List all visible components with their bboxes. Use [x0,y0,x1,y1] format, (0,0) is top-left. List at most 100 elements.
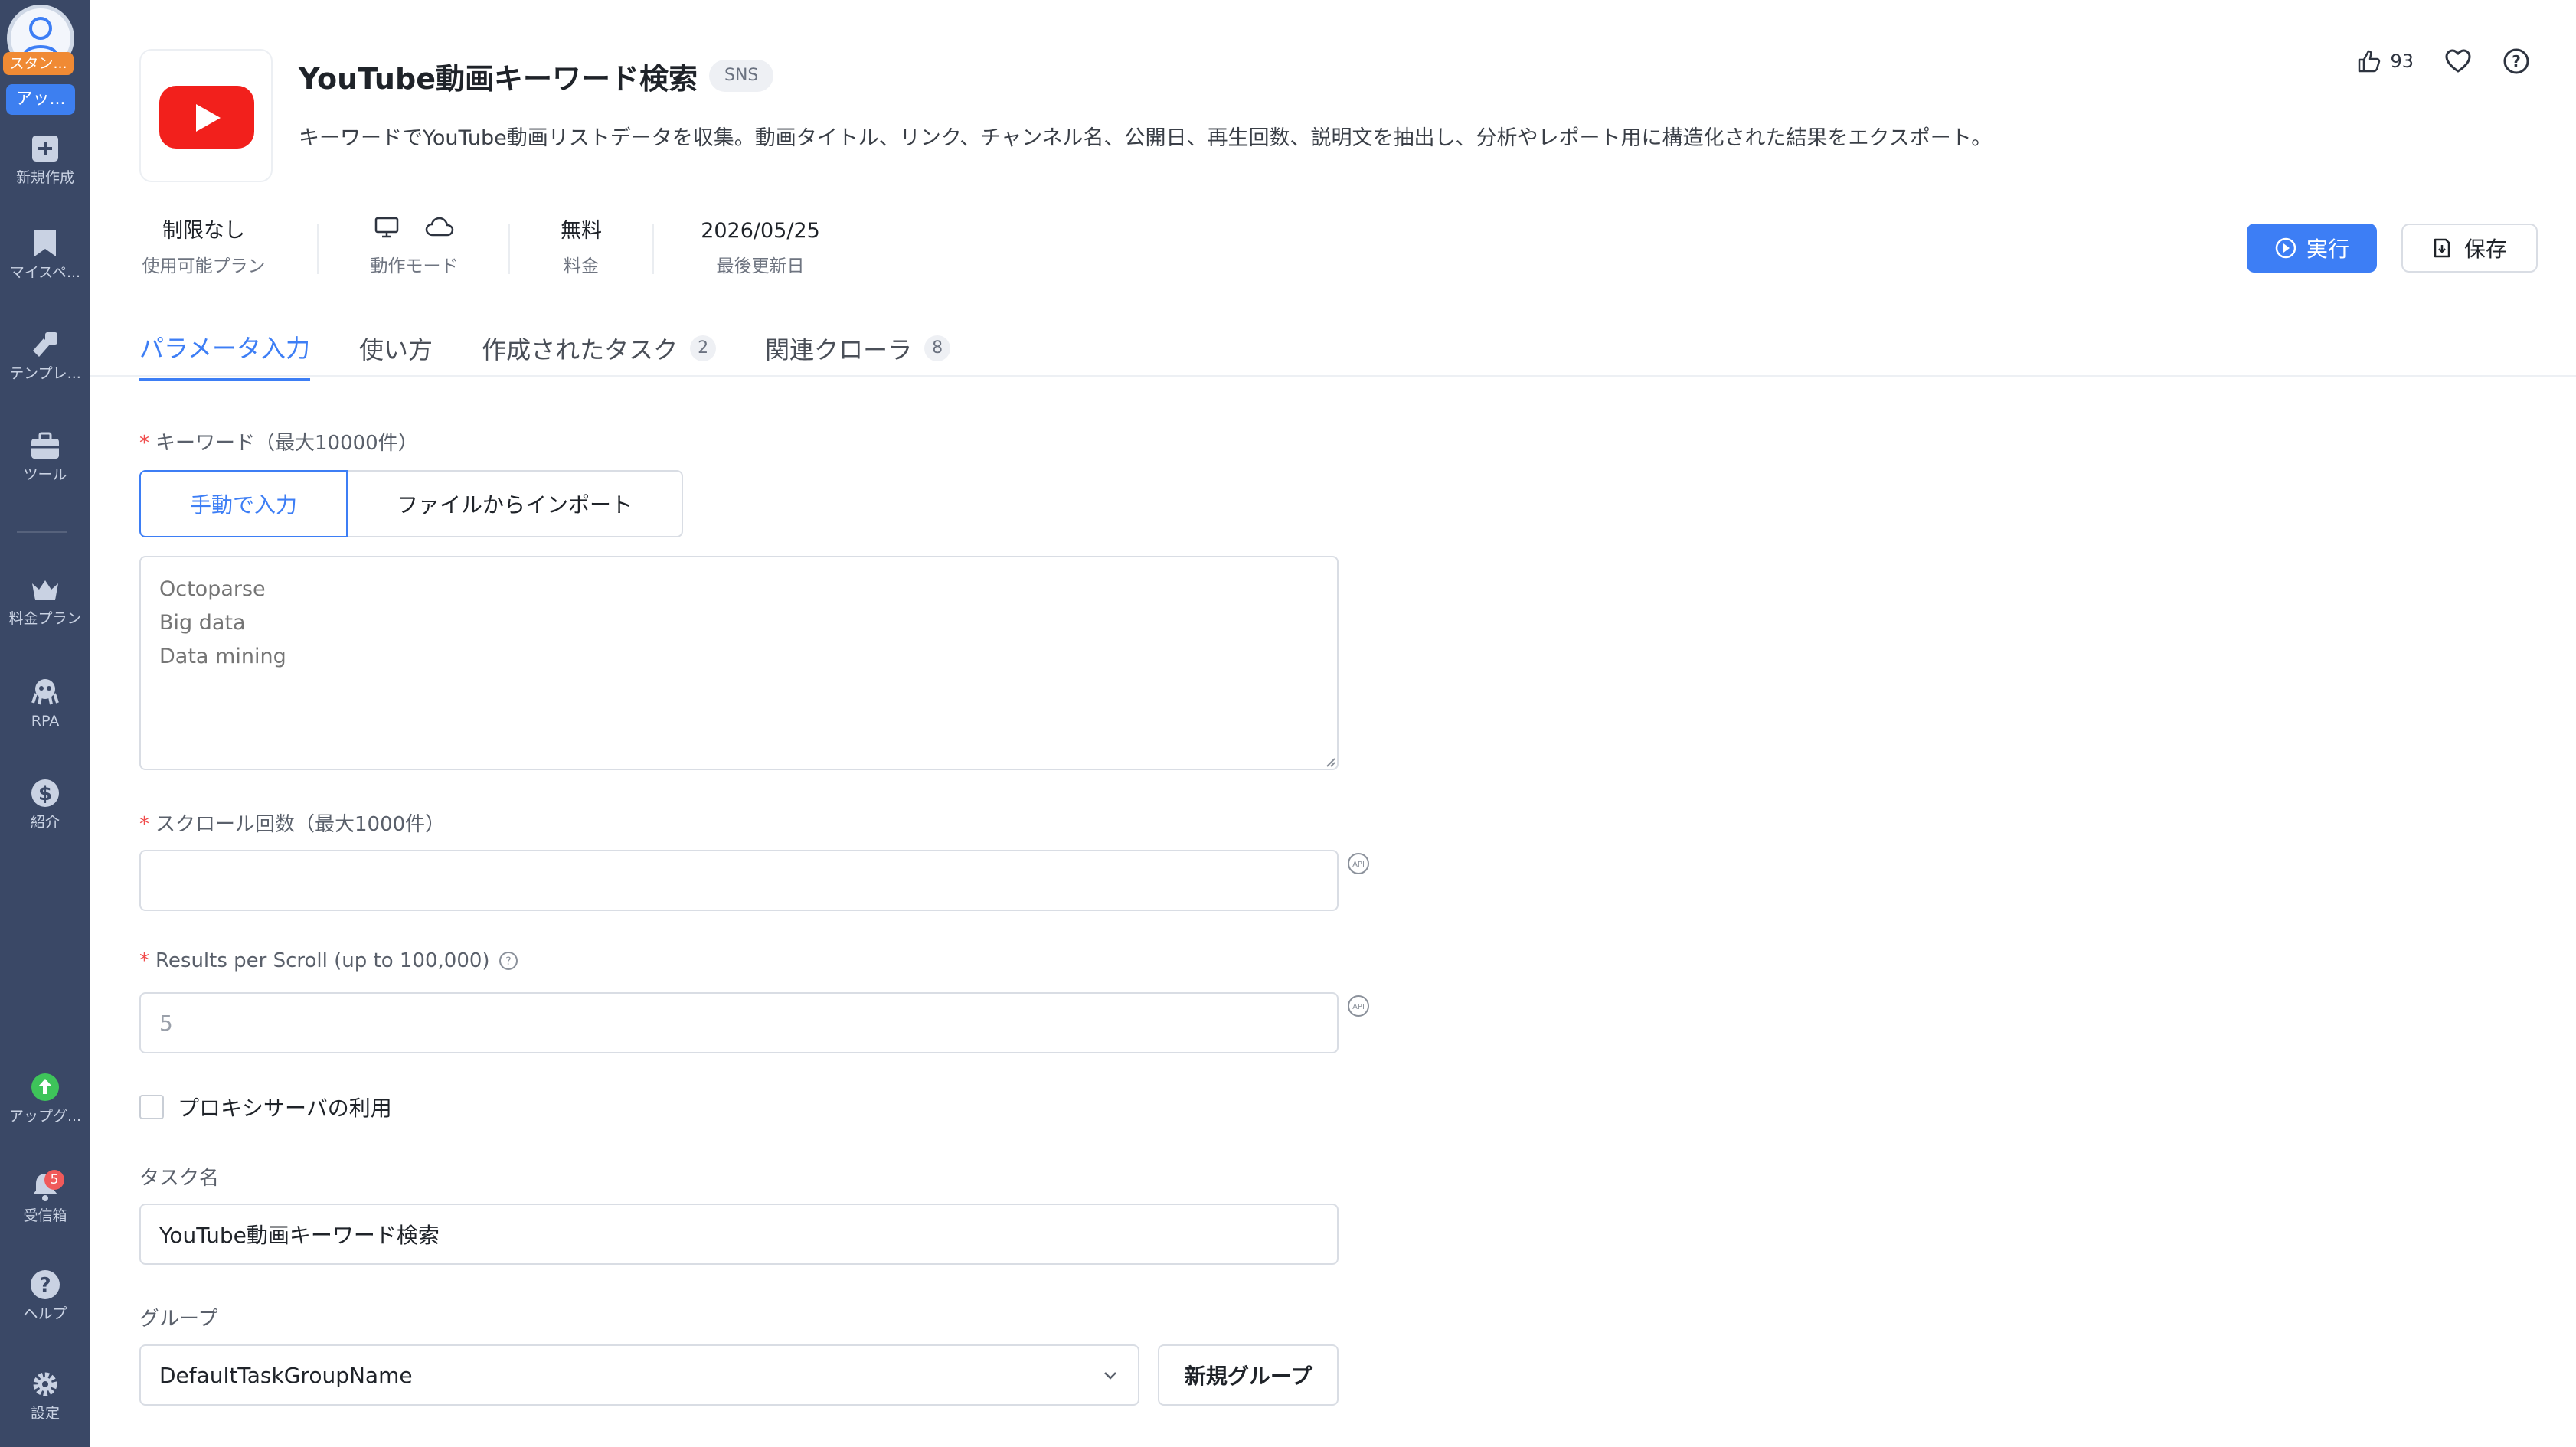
mode-icons [366,216,463,247]
category-tag: SNS [709,60,774,92]
group-select[interactable]: DefaultTaskGroupName [139,1344,1139,1406]
page-title: YouTube動画キーワード検索 [299,62,698,96]
meta-updated: 2026/05/25 最後更新日 [697,216,824,277]
proxy-option[interactable]: プロキシサーバの利用 [139,1092,392,1122]
new-group-button[interactable]: 新規グループ [1158,1344,1339,1406]
tab-created-tasks[interactable]: 作成されたタスク 2 [482,329,717,381]
sidebar-item-label: ツール [23,466,67,483]
app-logo [139,49,273,182]
scroll-count-input[interactable] [139,850,1339,911]
plan-badge[interactable]: スタン... [3,52,74,75]
meta-price-label: 料金 [564,256,599,276]
help-circle-icon[interactable]: ? [2502,47,2530,75]
like-count: 93 [2390,51,2414,72]
meta-divider [317,224,319,274]
toolbox-icon [31,432,59,459]
sidebar-item-myspace[interactable]: マイスペ... [0,227,90,282]
app-description: キーワードでYouTube動画リストデータを収集。動画タイトル、リンク、チャンネ… [299,126,1992,150]
meta-divider [652,224,654,274]
sidebar-item-label: 受信箱 [23,1207,67,1224]
group-label: グループ [139,1308,218,1331]
tab-count-badge: 8 [924,335,951,361]
resize-handle-icon[interactable] [1325,756,1335,767]
sidebar-item-referral[interactable]: $ 紹介 [0,776,90,831]
crown-icon [32,580,58,600]
keyword-input-mode: 手動で入力 ファイルからインポート [139,470,684,537]
required-mark: * [139,813,149,836]
keyword-textarea[interactable] [139,556,1339,770]
gear-icon [33,1372,57,1396]
results-label: * Results per Scroll (up to 100,000) ? [139,949,519,972]
plus-square-icon [32,136,58,162]
sidebar-item-label: マイスペ... [9,264,81,281]
api-icon[interactable]: API [1346,994,1371,1018]
heart-icon[interactable] [2444,48,2472,74]
sidebar-item-label: アップグ... [8,1108,82,1125]
sidebar-item-templates[interactable]: テンプレ... [0,328,90,383]
youtube-play-icon [159,86,254,149]
sidebar-item-label: 新規作成 [15,169,74,186]
play-circle-icon [2275,237,2296,259]
meta-plan-value: 制限なし [162,219,245,243]
sidebar-item-pricing[interactable]: 料金プラン [0,573,90,628]
meta-price-value: 無料 [561,219,602,243]
required-mark: * [139,949,149,972]
manual-input-button[interactable]: 手動で入力 [139,470,348,537]
meta-mode-label: 動作モード [370,256,459,276]
tab-parameters[interactable]: パラメータ入力 [139,329,311,381]
results-per-scroll-input[interactable] [139,992,1339,1053]
task-name-input[interactable] [139,1204,1339,1265]
robot-icon [31,679,59,705]
tab-label: 使い方 [359,335,433,364]
group-select-value: DefaultTaskGroupName [159,1362,413,1388]
tab-related-crawlers[interactable]: 関連クローラ 8 [765,329,951,381]
top-actions: 93 ? [2356,47,2530,75]
svg-text:?: ? [2512,52,2521,70]
meta-plan: 制限なし 使用可能プラン [138,216,270,277]
like-button[interactable]: 93 [2356,48,2414,74]
sidebar-item-upgrade[interactable]: アップグ... [0,1070,90,1125]
save-icon [2434,238,2450,258]
tab-usage[interactable]: 使い方 [359,329,433,381]
desktop-icon [374,217,398,238]
meta-plan-label: 使用可能プラン [142,256,266,276]
tab-label: 関連クローラ [765,335,913,364]
proxy-checkbox[interactable] [139,1095,164,1119]
sidebar-item-new[interactable]: 新規作成 [0,132,90,187]
meta-updated-label: 最後更新日 [716,256,805,276]
scroll-label: * スクロール回数（最大1000件） [139,808,445,837]
run-button-label: 実行 [2306,237,2349,262]
run-button[interactable]: 実行 [2247,224,2377,273]
bookmark-icon [34,230,56,256]
tab-label: パラメータ入力 [139,334,311,363]
save-button[interactable]: 保存 [2401,224,2538,273]
save-button-label: 保存 [2463,237,2507,262]
sidebar-item-label: ヘルプ [23,1305,67,1322]
proxy-label: プロキシサーバの利用 [178,1096,392,1121]
sidebar-item-inbox[interactable]: 5 受信箱 [0,1170,90,1225]
scroll-label-text: スクロール回数（最大1000件） [155,813,446,836]
task-name-label: タスク名 [139,1167,220,1190]
meta-divider [508,224,510,274]
user-icon [23,17,58,57]
svg-text:API: API [1352,861,1365,869]
api-icon[interactable]: API [1346,851,1371,876]
sidebar-divider [17,531,67,533]
template-icon [33,332,57,357]
meta-price: 無料 料金 [554,216,608,277]
tab-underline-divider [90,375,2576,377]
app-badge[interactable]: アッ... [6,84,75,115]
import-file-button[interactable]: ファイルからインポート [348,470,684,537]
sidebar-item-help[interactable]: ? ヘルプ [0,1268,90,1323]
svg-text:?: ? [39,1274,51,1297]
thumbs-up-icon [2359,50,2381,73]
sidebar-item-rpa[interactable]: RPA [0,675,90,730]
question-icon[interactable]: ? [498,950,519,972]
sidebar-item-label: 料金プラン [8,610,82,627]
svg-text:$: $ [38,782,52,805]
svg-text:?: ? [505,955,511,968]
tab-bar: パラメータ入力 使い方 作成されたタスク 2 関連クローラ 8 [139,329,951,381]
tab-label: 作成されたタスク [482,335,678,364]
sidebar-item-tools[interactable]: ツール [0,429,90,484]
sidebar-item-settings[interactable]: 設定 [0,1367,90,1423]
